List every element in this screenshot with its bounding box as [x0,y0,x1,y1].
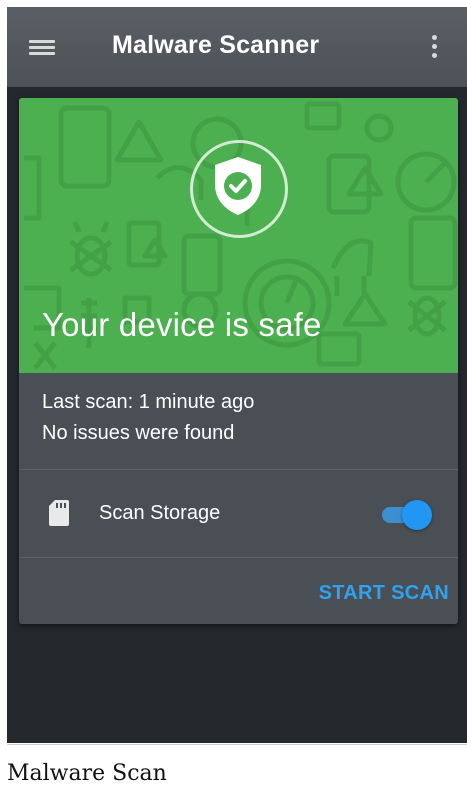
app-bar: Malware Scanner [7,7,467,87]
app-title: Malware Scanner [112,31,320,59]
phone-screen: Malware Scanner Your device is safe Last… [7,7,467,743]
divider [19,557,458,558]
caption: Malware Scan [7,761,167,786]
scan-status: Last scan: 1 minute ago No issues were f… [42,387,254,449]
shield-check-icon [215,157,261,215]
scan-storage-row[interactable]: Scan Storage [19,470,458,557]
toggle-thumb [402,500,432,530]
menu-icon[interactable] [25,33,59,61]
scan-storage-label: Scan Storage [99,502,221,524]
last-scan-text: Last scan: 1 minute ago [42,391,255,413]
caption-divider [7,744,467,745]
issues-text: No issues were found [42,422,235,444]
safe-banner: Your device is safe [19,98,458,373]
scan-storage-toggle[interactable] [380,498,434,530]
scan-status-card: Your device is safe Last scan: 1 minute … [19,98,458,624]
hero-title: Your device is safe [42,306,322,343]
sd-card-icon [49,500,69,526]
start-scan-button[interactable]: START SCAN [309,574,449,612]
more-vert-icon[interactable] [421,31,449,63]
